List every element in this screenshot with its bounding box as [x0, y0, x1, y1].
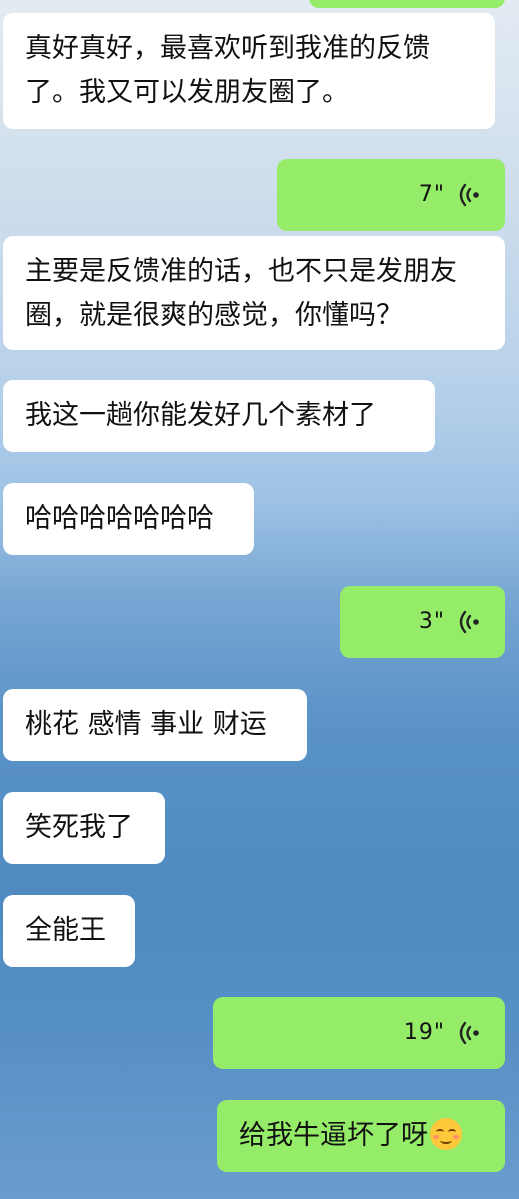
- message-text: 笑死我了: [25, 812, 133, 843]
- message-text: 真好真好，最喜欢听到我准的反馈了。我又可以发朋友圈了。: [25, 33, 430, 108]
- voice-message-3[interactable]: 19": [213, 997, 505, 1069]
- voice-wave-icon: [459, 1021, 479, 1045]
- message-bubble-6[interactable]: 笑死我了: [3, 792, 165, 864]
- message-text: 我这一趟你能发好几个素材了: [25, 400, 376, 431]
- voice-message-2[interactable]: 3": [340, 586, 505, 658]
- voice-wave-icon: [459, 610, 479, 634]
- message-bubble-1[interactable]: 真好真好，最喜欢听到我准的反馈了。我又可以发朋友圈了。: [3, 13, 495, 129]
- voice-duration: 3": [418, 609, 445, 634]
- message-text: 主要是反馈准的话，也不只是发朋友圈，就是很爽的感觉，你懂吗？: [25, 256, 457, 331]
- message-text: 全能王: [25, 915, 106, 946]
- message-bubble-5[interactable]: 桃花 感情 事业 财运: [3, 689, 307, 761]
- message-text: 给我牛逼坏了呀: [239, 1120, 428, 1151]
- message-text: 桃花 感情 事业 财运: [25, 709, 267, 740]
- voice-duration: 7": [418, 182, 445, 207]
- message-bubble-4[interactable]: 哈哈哈哈哈哈哈: [3, 483, 254, 555]
- message-bubble-8[interactable]: 给我牛逼坏了呀: [217, 1100, 505, 1172]
- voice-wave-icon: [459, 183, 479, 207]
- message-bubble-3[interactable]: 我这一趟你能发好几个素材了: [3, 380, 435, 452]
- message-bubble-7[interactable]: 全能王: [3, 895, 135, 967]
- message-text: 哈哈哈哈哈哈哈: [25, 503, 214, 534]
- outgoing-bubble-partial: [309, 0, 505, 8]
- voice-message-1[interactable]: 7": [277, 159, 505, 231]
- voice-duration: 19": [403, 1020, 445, 1045]
- smirk-emoji-icon: [430, 1118, 462, 1150]
- message-bubble-2[interactable]: 主要是反馈准的话，也不只是发朋友圈，就是很爽的感觉，你懂吗？: [3, 236, 505, 350]
